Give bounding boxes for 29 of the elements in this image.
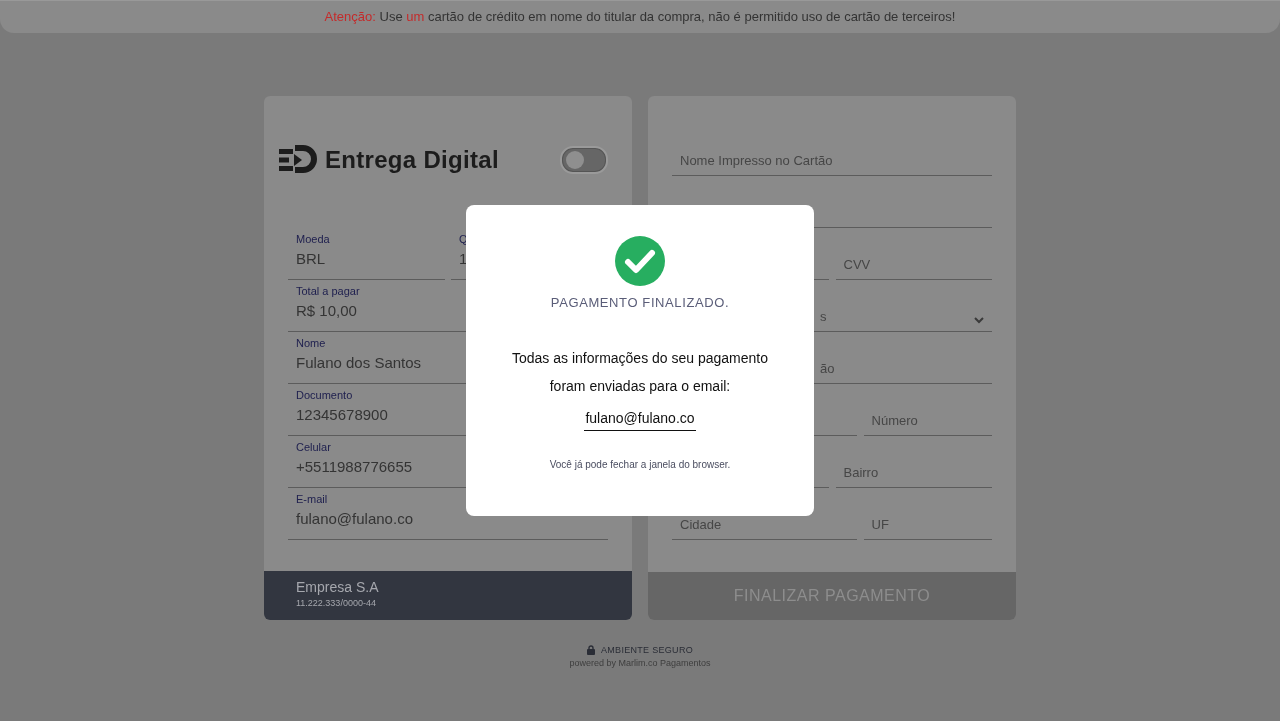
chevron-down-icon [974, 317, 984, 324]
field-label: Documento [296, 389, 353, 401]
email-address: fulano@fulano.co [584, 410, 696, 431]
logo-icon [279, 145, 317, 175]
input-field[interactable]: CVV [835, 228, 992, 280]
field-value: Fulano dos Santos [296, 354, 422, 371]
check-circle-icon [615, 236, 665, 286]
notice-text: Atenção: Use um cartão de crédito em nome do titular da compra, não é permitido uso de cartão de terceiros! [323, 8, 957, 26]
company-document: 11.222.333/0000-44 [296, 598, 376, 608]
input-field[interactable]: UF [863, 488, 992, 540]
input-field[interactable]: Nome Impresso no Cartão [672, 124, 992, 176]
brand-name: Entrega Digital [325, 146, 499, 174]
field-label: E-mail [296, 493, 328, 505]
field-label: Celular [296, 441, 331, 453]
input-field[interactable]: Bairro [835, 436, 992, 488]
field-value: 12345678900 [296, 406, 388, 423]
field-value: R$ 10,00 [296, 302, 357, 319]
lock-icon [587, 645, 595, 655]
field-value: +5511988776655 [296, 458, 413, 475]
field-value: fulano@fulano.co [296, 510, 413, 527]
field-value: BRL [296, 250, 326, 267]
field-label: Nome [296, 337, 326, 349]
dialog-note: Você já pode fechar a janela do browser. [549, 459, 731, 470]
field-label: Total a pagar [296, 285, 360, 297]
company-name: Empresa S.A [296, 579, 379, 595]
secure-label: AMBIENTE SEGURO [601, 645, 693, 655]
input-field[interactable]: Número [863, 384, 992, 436]
field-label: Moeda [296, 233, 330, 245]
toggle-switch[interactable] [560, 146, 608, 174]
